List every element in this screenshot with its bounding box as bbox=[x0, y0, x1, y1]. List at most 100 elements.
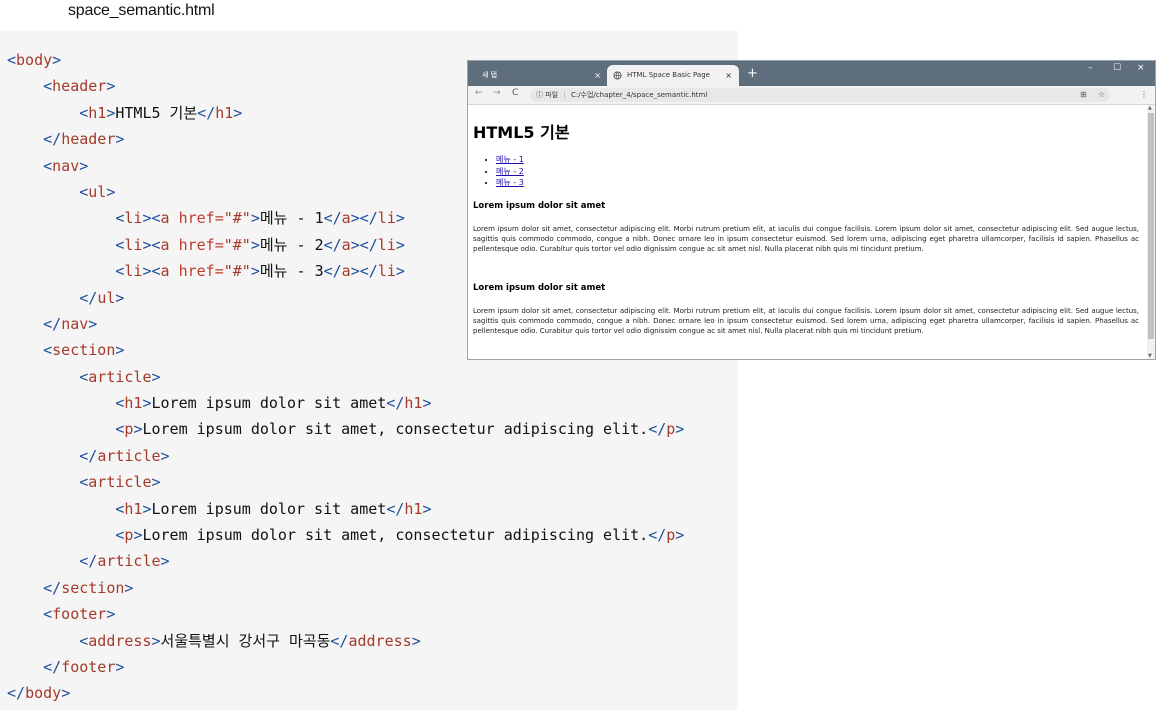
code-token: < bbox=[79, 182, 89, 201]
code-line: </article> bbox=[7, 548, 684, 574]
tab-new[interactable]: 새 탭 × bbox=[472, 65, 608, 86]
code-token: article bbox=[97, 552, 161, 571]
translate-icon[interactable]: ⊞ bbox=[1080, 90, 1087, 99]
code-token: > bbox=[395, 209, 405, 228]
code-line: </article> bbox=[7, 443, 684, 469]
tab-close-icon[interactable]: × bbox=[725, 65, 732, 86]
code-token: article bbox=[97, 446, 161, 465]
page-viewport: HTML5 기본 메뉴 - 1 메뉴 - 2 메뉴 - 3 Lorem ipsu… bbox=[468, 105, 1147, 359]
code-token: h1 bbox=[404, 499, 423, 518]
back-icon[interactable]: ← bbox=[475, 88, 483, 98]
code-token: a bbox=[341, 262, 351, 281]
code-token: 메뉴 - 1 bbox=[259, 209, 324, 228]
code-token: nav bbox=[61, 314, 89, 333]
menu-link-3[interactable]: 메뉴 - 3 bbox=[496, 178, 524, 187]
code-token: < bbox=[43, 156, 53, 175]
code-token: ul bbox=[88, 182, 107, 201]
code-token: section bbox=[61, 578, 125, 597]
code-token: article bbox=[88, 367, 152, 386]
code-token: HTML5 기본 bbox=[115, 103, 198, 122]
tab-close-icon[interactable]: × bbox=[594, 65, 601, 86]
code-token: </ bbox=[79, 288, 98, 307]
url-text: C:/수업/chapter_4/space_semantic.html bbox=[570, 91, 708, 99]
nav-menu: 메뉴 - 1 메뉴 - 2 메뉴 - 3 bbox=[482, 154, 524, 189]
code-token: p bbox=[666, 526, 676, 545]
menu-item: 메뉴 - 2 bbox=[496, 166, 524, 178]
scrollbar-thumb[interactable] bbox=[1148, 113, 1154, 339]
code-token: > bbox=[115, 288, 125, 307]
browser-toolbar: ← → C ⓘ 파일 | C:/수업/chapter_4/space_seman… bbox=[468, 86, 1155, 105]
menu-link-2[interactable]: 메뉴 - 2 bbox=[496, 167, 524, 176]
code-token: li bbox=[377, 209, 396, 228]
code-token: > bbox=[151, 631, 161, 650]
scroll-down-icon[interactable]: ▼ bbox=[1148, 353, 1152, 359]
code-token: h1 bbox=[215, 103, 234, 122]
code-token: > bbox=[233, 103, 243, 122]
code-token: </ bbox=[7, 684, 26, 703]
code-token: </ bbox=[330, 631, 349, 650]
code-token: 메뉴 - 3 bbox=[259, 262, 324, 281]
code-token: ul bbox=[97, 288, 116, 307]
code-token: footer bbox=[61, 657, 116, 676]
menu-icon[interactable]: ⋮ bbox=[1140, 90, 1148, 99]
article-title: Lorem ipsum dolor sit amet bbox=[473, 201, 606, 211]
code-token: body bbox=[25, 684, 62, 703]
info-icon[interactable]: ⓘ bbox=[536, 91, 543, 99]
code-token: address bbox=[348, 631, 412, 650]
file-title: space_semantic.html bbox=[68, 2, 215, 19]
tab-active[interactable]: HTML Space Basic Page × bbox=[607, 65, 739, 86]
code-token: body bbox=[16, 51, 53, 69]
code-token: </ bbox=[79, 446, 98, 465]
code-token: </ bbox=[79, 552, 98, 571]
code-line: <p>Lorem ipsum dolor sit amet, consectet… bbox=[7, 522, 684, 548]
minimize-icon[interactable]: – bbox=[1088, 63, 1093, 73]
star-icon[interactable]: ☆ bbox=[1098, 90, 1105, 99]
code-token: > bbox=[395, 235, 405, 254]
code-token: > bbox=[422, 394, 432, 413]
code-line: <h1>Lorem ipsum dolor sit amet</h1> bbox=[7, 390, 684, 416]
code-token: < bbox=[79, 367, 89, 386]
address-bar[interactable]: ⓘ 파일 | C:/수업/chapter_4/space_semantic.ht… bbox=[530, 88, 1110, 102]
forward-icon[interactable]: → bbox=[493, 88, 501, 98]
globe-icon bbox=[613, 71, 622, 80]
scrollbar[interactable]: ▲ ▼ bbox=[1147, 105, 1155, 359]
code-token: section bbox=[52, 341, 116, 360]
code-token: < bbox=[79, 473, 89, 492]
code-token: > bbox=[395, 262, 405, 281]
code-token: < bbox=[7, 51, 17, 69]
code-token: p bbox=[666, 420, 676, 439]
code-line: </section> bbox=[7, 575, 684, 601]
reload-icon[interactable]: C bbox=[512, 88, 518, 98]
maximize-icon[interactable]: ☐ bbox=[1113, 63, 1121, 73]
code-token: >< bbox=[142, 209, 161, 228]
code-token: >< bbox=[142, 235, 161, 254]
code-token: 서울특별시 강서구 마곡동 bbox=[160, 631, 331, 650]
code-line: <h1>Lorem ipsum dolor sit amet</h1> bbox=[7, 496, 684, 522]
close-window-icon[interactable]: × bbox=[1137, 63, 1145, 73]
code-token: Lorem ipsum dolor sit amet, consectetur … bbox=[142, 420, 649, 439]
code-token: href= bbox=[178, 262, 224, 281]
code-token: h1 bbox=[124, 499, 143, 518]
code-token: > bbox=[106, 182, 116, 201]
code-token: > bbox=[250, 262, 260, 281]
code-token: > bbox=[160, 552, 170, 571]
code-token: Lorem ipsum dolor sit amet bbox=[151, 394, 387, 413]
code-token: > bbox=[250, 235, 260, 254]
code-token: </ bbox=[43, 578, 62, 597]
scroll-up-icon[interactable]: ▲ bbox=[1148, 105, 1152, 111]
code-token: </ bbox=[323, 262, 342, 281]
new-tab-icon[interactable]: + bbox=[747, 65, 758, 83]
menu-link-1[interactable]: 메뉴 - 1 bbox=[496, 155, 524, 164]
